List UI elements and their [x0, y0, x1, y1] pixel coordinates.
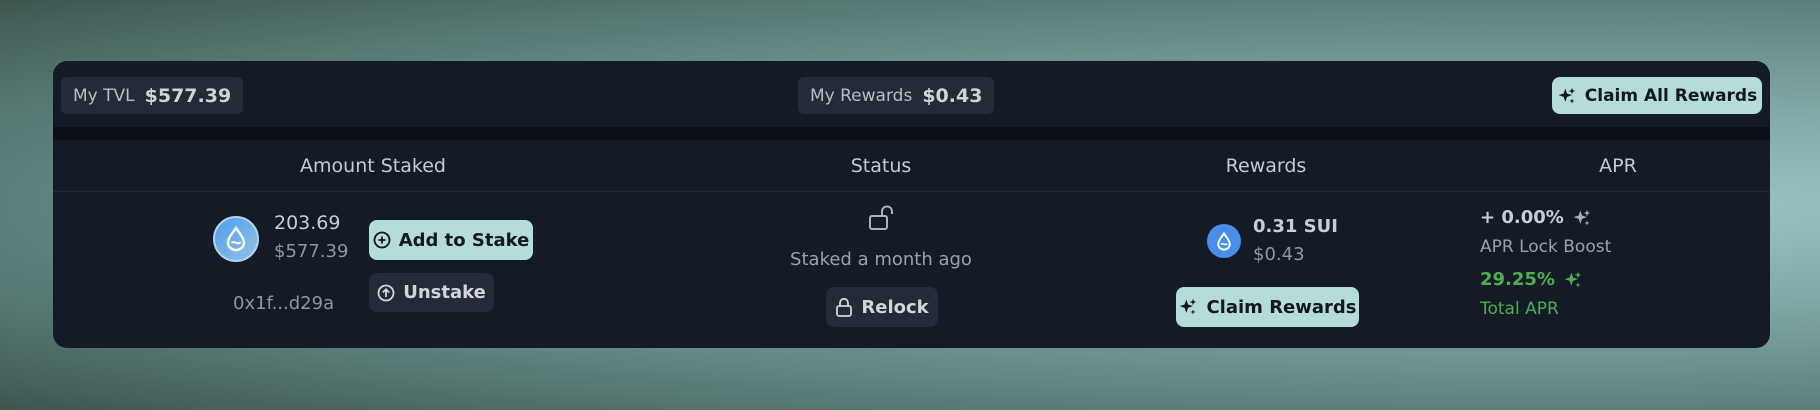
divider — [53, 127, 1770, 140]
unstake-button[interactable]: Unstake — [369, 273, 494, 312]
sparkles-icon — [1564, 271, 1582, 287]
header-rewards: Rewards — [1225, 155, 1307, 177]
header-apr: APR — [1599, 155, 1637, 177]
staked-amount: 203.69 — [274, 212, 341, 234]
claim-rewards-label: Claim Rewards — [1206, 296, 1357, 318]
staking-card: My TVL $577.39 My Rewards $0.43 Claim Al… — [53, 61, 1770, 348]
total-apr-label: Total APR — [1480, 299, 1559, 319]
plus-circle-icon — [373, 231, 391, 249]
reward-usd: $0.43 — [1253, 244, 1305, 265]
tvl-stat: My TVL $577.39 — [61, 77, 244, 114]
apr-boost-label: APR Lock Boost — [1480, 237, 1612, 257]
claim-all-rewards-label: Claim All Rewards — [1584, 85, 1758, 106]
relock-label: Relock — [861, 296, 929, 318]
tvl-value: $577.39 — [144, 84, 232, 107]
header-status: Status — [850, 155, 912, 177]
total-apr-value: 29.25% — [1480, 269, 1555, 290]
sparkles-icon — [1180, 298, 1197, 315]
arrow-up-circle-icon — [377, 284, 395, 301]
relock-button[interactable]: Relock — [826, 287, 938, 327]
add-to-stake-label: Add to Stake — [398, 229, 530, 251]
claim-rewards-button[interactable]: Claim Rewards — [1176, 287, 1359, 327]
table-header: Amount Staked Status Rewards APR — [53, 140, 1770, 192]
sparkles-icon — [1573, 209, 1591, 225]
tvl-label: My TVL — [73, 85, 135, 106]
sui-coin-icon-small — [1207, 224, 1241, 258]
add-to-stake-button[interactable]: Add to Stake — [369, 220, 533, 260]
total-apr: 29.25% — [1480, 269, 1583, 290]
rewards-value: $0.43 — [922, 84, 983, 107]
claim-all-rewards-button[interactable]: Claim All Rewards — [1552, 77, 1762, 114]
header-amount-staked: Amount Staked — [300, 155, 446, 177]
summary-bar: My TVL $577.39 My Rewards $0.43 Claim Al… — [53, 61, 1770, 127]
sparkles-icon — [1558, 87, 1576, 103]
unstake-label: Unstake — [403, 282, 486, 303]
sui-coin-icon — [213, 216, 259, 262]
wallet-address: 0x1f...d29a — [233, 293, 335, 314]
lock-icon — [836, 297, 853, 317]
table-row: 203.69 $577.39 0x1f...d29a Add to Stake … — [53, 193, 1770, 348]
unlock-icon — [869, 205, 893, 230]
rewards-label: My Rewards — [810, 85, 913, 106]
apr-boost-value: + 0.00% — [1480, 207, 1564, 228]
reward-amount: 0.31 SUI — [1253, 216, 1338, 237]
rewards-stat: My Rewards $0.43 — [798, 77, 995, 114]
status-text: Staked a month ago — [790, 249, 972, 270]
apr-boost: + 0.00% — [1480, 207, 1592, 228]
staked-amount-usd: $577.39 — [274, 241, 349, 262]
